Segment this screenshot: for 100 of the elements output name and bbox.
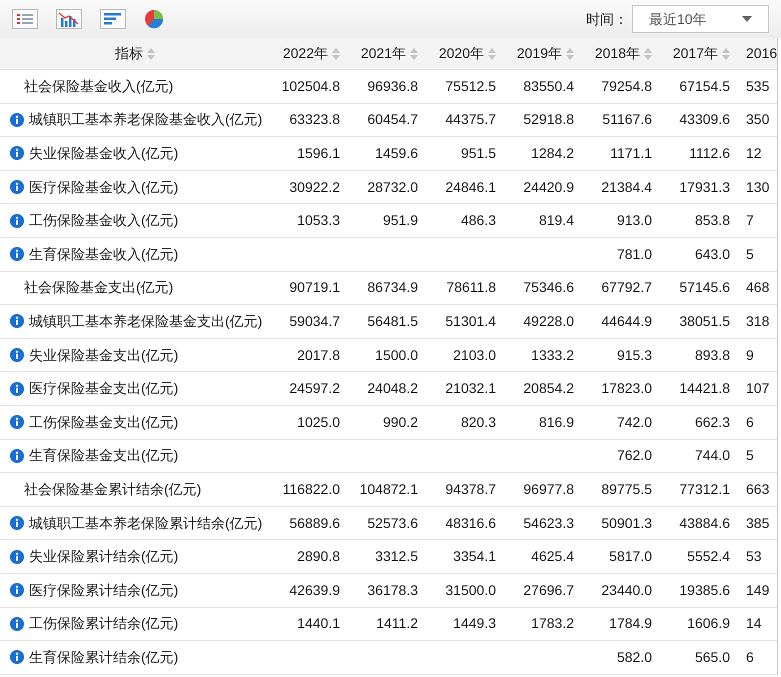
time-select[interactable]: 最近10年 <box>632 5 769 33</box>
value-cell-text: 820.3 <box>460 412 496 432</box>
value-cell-text: 2103.0 <box>453 346 496 365</box>
value-cell-text: 43884.6 <box>679 514 730 533</box>
indicator-cell-text: 医疗保险基金支出(亿元) <box>29 379 178 398</box>
info-icon[interactable] <box>10 550 24 564</box>
time-label: 时间： <box>586 10 628 28</box>
value-cell-text: 1284.2 <box>531 144 574 163</box>
value-cell-text: 24420.9 <box>523 178 574 197</box>
value-cell-text: 5552.4 <box>687 547 730 566</box>
value-cell-text: 27696.7 <box>523 580 574 600</box>
info-icon[interactable] <box>10 146 24 160</box>
value-cell-text: 744.0 <box>694 446 730 466</box>
value-cell-text: 53 <box>746 547 762 566</box>
value-cell-text: 36178.3 <box>367 580 418 600</box>
value-cell-text: 23440.0 <box>601 580 652 600</box>
value-cell-text: 50901.3 <box>601 514 652 533</box>
value-cell-text: 5 <box>746 244 754 264</box>
value-cell-text: 1112.6 <box>689 144 730 163</box>
info-icon[interactable] <box>10 616 24 631</box>
value-cell-text: 17931.3 <box>679 178 730 197</box>
value-cell-text: 14 <box>746 614 762 634</box>
value-cell-text: 75346.6 <box>523 278 574 298</box>
value-cell-text: 44375.7 <box>445 110 496 130</box>
indicator-cell-text: 失业保险基金支出(亿元) <box>29 346 178 365</box>
value-cell-text: 2890.8 <box>297 547 340 566</box>
value-cell-text: 1500.0 <box>375 346 418 365</box>
value-cell-text: 582.0 <box>616 648 652 667</box>
value-cell-text: 102504.8 <box>282 76 340 96</box>
value-cell-text: 816.9 <box>538 412 574 432</box>
value-cell-text: 318 <box>746 312 770 331</box>
value-cell-text: 913.0 <box>616 211 652 230</box>
value-cell-text: 1440.1 <box>297 614 340 634</box>
indicator-cell-text: 生育保险累计结余(亿元) <box>29 648 178 667</box>
value-cell-text: 12 <box>746 144 762 163</box>
value-cell-text: 96977.8 <box>523 480 574 499</box>
column-header: 指标 <box>115 44 143 63</box>
value-cell-text: 60454.7 <box>367 110 418 130</box>
value-cell-text: 5 <box>746 446 754 466</box>
indicator-cell-text: 失业保险累计结余(亿元) <box>29 547 178 566</box>
value-cell-text: 662.3 <box>694 412 730 432</box>
value-cell-text: 96936.8 <box>367 76 418 96</box>
column-header: 2019年 <box>516 44 562 63</box>
value-cell-text: 42639.9 <box>289 580 340 600</box>
value-cell-text: 54623.3 <box>523 514 574 533</box>
value-cell-text: 21384.4 <box>601 178 652 197</box>
info-icon[interactable] <box>10 214 24 228</box>
value-cell-text: 486.3 <box>460 211 496 230</box>
info-icon[interactable] <box>10 583 24 598</box>
value-cell-text: 762.0 <box>616 446 652 466</box>
value-cell-text: 38051.5 <box>679 312 730 331</box>
value-cell-text: 1053.3 <box>297 211 340 230</box>
indicator-cell-text: 社会保险基金累计结余(亿元) <box>24 480 202 499</box>
value-cell-text: 116822.0 <box>282 480 340 499</box>
bar-chart-icon[interactable] <box>56 9 82 29</box>
value-cell-text: 915.3 <box>616 346 652 365</box>
value-cell-text: 28732.0 <box>367 178 418 197</box>
value-cell-text: 67154.5 <box>679 76 730 96</box>
value-cell-text: 19385.6 <box>679 580 730 600</box>
horizontal-bar-icon[interactable] <box>100 9 126 29</box>
value-cell-text: 67792.7 <box>601 278 652 298</box>
info-icon[interactable] <box>10 415 24 430</box>
info-icon[interactable] <box>10 382 24 396</box>
column-header: 2022年 <box>282 44 328 63</box>
value-cell-text: 1459.6 <box>375 144 418 163</box>
value-cell-text: 663 <box>746 480 770 499</box>
value-cell-text: 6 <box>746 412 754 432</box>
value-cell-text: 1596.1 <box>297 144 340 163</box>
indicator-cell-text: 城镇职工基本养老保险累计结余(亿元) <box>29 514 262 533</box>
value-cell-text: 130 <box>746 178 770 197</box>
value-cell-text: 1171.1 <box>610 144 652 163</box>
value-cell-text: 7 <box>746 211 754 230</box>
value-cell-text: 24846.1 <box>445 178 496 197</box>
value-cell-text: 819.4 <box>538 211 574 230</box>
info-icon[interactable] <box>10 448 24 463</box>
value-cell-text: 5817.0 <box>609 547 652 566</box>
indicator-cell-text: 工伤保险累计结余(亿元) <box>29 614 178 634</box>
info-icon[interactable] <box>10 180 24 194</box>
value-cell-text: 24048.2 <box>367 379 418 398</box>
value-cell-text: 853.8 <box>694 211 730 230</box>
value-cell-text: 89775.5 <box>601 480 652 499</box>
value-cell-text: 78611.8 <box>446 278 496 298</box>
value-cell-text: 1606.9 <box>687 614 730 634</box>
info-icon[interactable] <box>10 348 24 362</box>
value-cell-text: 52918.8 <box>523 110 574 130</box>
info-icon[interactable] <box>10 112 24 127</box>
info-icon[interactable] <box>10 247 24 262</box>
value-cell-text: 59034.7 <box>289 312 340 331</box>
indicator-cell-text: 城镇职工基本养老保险基金收入(亿元) <box>29 110 262 130</box>
info-icon[interactable] <box>10 650 24 664</box>
info-icon[interactable] <box>10 516 24 530</box>
value-cell-text: 83550.4 <box>523 76 574 96</box>
pie-chart-icon[interactable] <box>144 9 164 29</box>
indicator-cell-text: 生育保险基金支出(亿元) <box>29 446 178 466</box>
value-cell-text: 781.0 <box>616 244 652 264</box>
value-cell-text: 51301.4 <box>445 312 496 331</box>
value-cell-text: 56481.5 <box>367 312 418 331</box>
list-icon[interactable] <box>12 9 38 29</box>
info-icon[interactable] <box>10 314 24 328</box>
value-cell-text: 24597.2 <box>289 379 340 398</box>
